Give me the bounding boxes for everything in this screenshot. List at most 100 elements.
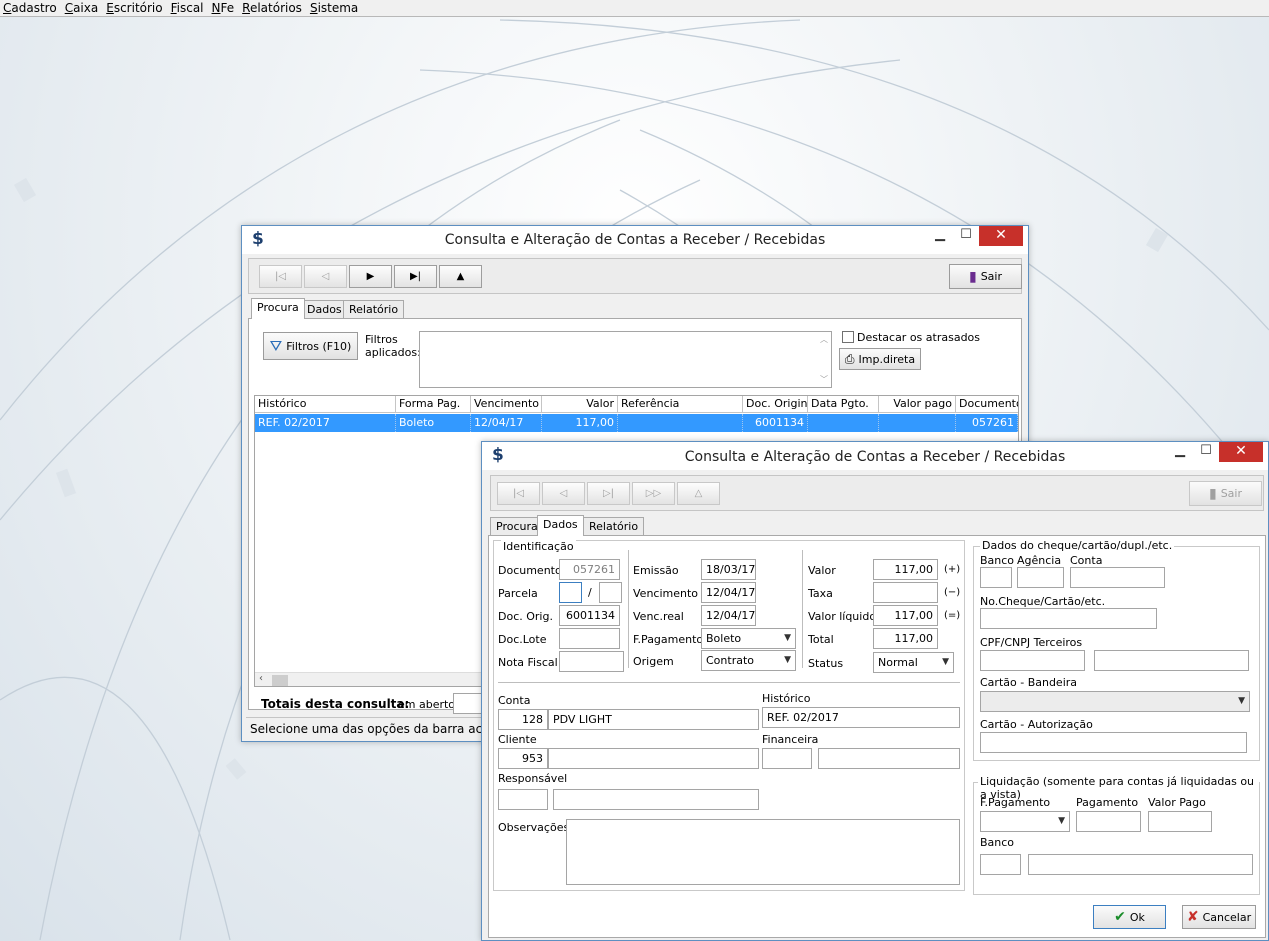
tab-relatorio[interactable]: Relatório — [583, 517, 645, 536]
ok-button[interactable]: ✔ Ok — [1093, 905, 1166, 929]
col-doc-original[interactable]: Doc. Original — [743, 396, 808, 413]
conta-cheque-field[interactable] — [1070, 567, 1165, 588]
cliente-code-field[interactable]: 953 — [498, 748, 548, 769]
exit-button[interactable]: ▮ Sair — [949, 264, 1022, 289]
liq-fpagamento-select[interactable]: ▼ — [980, 811, 1070, 832]
tab-dados[interactable]: Dados — [537, 515, 584, 536]
taxa-field[interactable] — [873, 582, 938, 603]
nota-fiscal-field[interactable] — [559, 651, 624, 672]
tab-relatorio[interactable]: Relatório — [343, 300, 405, 319]
emissao-field[interactable]: 18/03/17 — [701, 559, 756, 580]
table-row[interactable]: REF. 02/2017 Boleto 12/04/17 117,00 6001… — [255, 414, 1018, 432]
col-vencimento[interactable]: Vencimento — [471, 396, 542, 413]
valor-field[interactable]: 117,00 — [873, 559, 938, 580]
col-data-pgto[interactable]: Data Pgto. — [808, 396, 879, 413]
scroll-thumb[interactable] — [272, 675, 288, 686]
financeira-code-field[interactable] — [762, 748, 812, 769]
prev-record-button[interactable]: ◁ — [542, 482, 585, 505]
liq-banco-name-field[interactable] — [1028, 854, 1253, 875]
observacoes-field[interactable] — [566, 819, 960, 885]
documento-field[interactable]: 057261 — [559, 559, 620, 580]
total-label: Total — [808, 633, 834, 646]
filters-textarea[interactable]: ︿ ﹀ — [419, 331, 832, 388]
highlight-overdue-checkbox[interactable] — [842, 331, 854, 343]
print-button[interactable]: ⎙ Imp.direta — [839, 348, 921, 370]
menu-relatorios[interactable]: Relatórios — [238, 1, 306, 15]
menu-caixa[interactable]: Caixa — [61, 1, 103, 15]
prev-record-button[interactable]: ◁ — [304, 265, 347, 288]
minimize-button[interactable]: ▁ — [926, 226, 954, 246]
fpagamento-value: Boleto — [706, 632, 742, 645]
liquido-field[interactable]: 117,00 — [873, 605, 938, 626]
historico-field[interactable]: REF. 02/2017 — [762, 707, 960, 728]
menu-sistema[interactable]: Sistema — [306, 1, 362, 15]
conta-name-field[interactable]: PDV LIGHT — [548, 709, 759, 730]
first-record-button[interactable]: |◁ — [497, 482, 540, 505]
menu-nfe[interactable]: NFe — [208, 1, 239, 15]
conta-code-field[interactable]: 128 — [498, 709, 548, 730]
tab-procura[interactable]: Procura — [251, 298, 305, 319]
col-valor[interactable]: Valor — [542, 396, 618, 413]
liq-banco-code-field[interactable] — [980, 854, 1021, 875]
total-field[interactable]: 117,00 — [873, 628, 938, 649]
agencia-label: Agência — [1017, 554, 1062, 567]
numero-cheque-field[interactable] — [980, 608, 1157, 629]
doc-orig-field[interactable]: 6001134 — [559, 605, 620, 626]
col-valor-pago[interactable]: Valor pago — [879, 396, 956, 413]
maximize-button[interactable]: ☐ — [952, 226, 980, 246]
filters-button[interactable]: ⛛ Filtros (F10) — [263, 332, 358, 360]
chevron-down-icon: ▼ — [1058, 816, 1065, 826]
maximize-button[interactable]: ☐ — [1192, 442, 1220, 462]
valor-label: Valor — [808, 564, 836, 577]
autorizacao-field[interactable] — [980, 732, 1247, 753]
chevron-down-icon: ▼ — [784, 633, 791, 643]
col-forma-pag[interactable]: Forma Pag. — [396, 396, 471, 413]
responsavel-code-field[interactable] — [498, 789, 548, 810]
next-record-button[interactable]: ▶ — [349, 265, 392, 288]
banco-field[interactable] — [980, 567, 1012, 588]
fpagamento-select[interactable]: Boleto ▼ — [701, 628, 796, 649]
col-referencia[interactable]: Referência — [618, 396, 743, 413]
last-record-button[interactable]: ▷▷ — [632, 482, 675, 505]
status-select[interactable]: Normal ▼ — [873, 652, 954, 673]
terceiros-name-field[interactable] — [1094, 650, 1249, 671]
cliente-name-field[interactable] — [548, 748, 759, 769]
minimize-button[interactable]: ▁ — [1166, 442, 1194, 462]
next-record-button[interactable]: ▷| — [587, 482, 630, 505]
identificacao-title: Identificação — [501, 540, 576, 553]
last-record-button[interactable]: ▶| — [394, 265, 437, 288]
cell-referencia — [618, 414, 743, 432]
menu-fiscal[interactable]: Fiscal — [167, 1, 208, 15]
up-button[interactable]: ▲ — [439, 265, 482, 288]
liquido-sign: (=) — [944, 610, 961, 621]
agencia-field[interactable] — [1017, 567, 1064, 588]
liq-fpagamento-label: F.Pagamento — [980, 796, 1051, 809]
financeira-name-field[interactable] — [818, 748, 960, 769]
cancel-button[interactable]: ✘ Cancelar — [1182, 905, 1256, 929]
parcela-label: Parcela — [498, 587, 538, 600]
cpf-cnpj-field[interactable] — [980, 650, 1085, 671]
venc-real-field[interactable]: 12/04/17 — [701, 605, 756, 626]
exit-button[interactable]: ▮ Sair — [1189, 481, 1262, 506]
taxa-label: Taxa — [808, 587, 833, 600]
parcela-field[interactable] — [559, 582, 582, 603]
responsavel-name-field[interactable] — [553, 789, 759, 810]
vencimento-field[interactable]: 12/04/17 — [701, 582, 756, 603]
liq-valor-pago-field[interactable] — [1148, 811, 1212, 832]
col-documento[interactable]: Documento — [956, 396, 1018, 413]
up-button[interactable]: △ — [677, 482, 720, 505]
menu-escritorio[interactable]: Escritório — [102, 1, 166, 15]
tab-dados[interactable]: Dados — [301, 300, 348, 319]
liq-pagamento-field[interactable] — [1076, 811, 1141, 832]
close-button[interactable]: ✕ — [1219, 442, 1263, 462]
close-button[interactable]: ✕ — [979, 226, 1023, 246]
bandeira-select[interactable]: ▼ — [980, 691, 1250, 712]
open-total-field[interactable] — [453, 693, 483, 714]
parcela-total-field[interactable] — [599, 582, 622, 603]
origem-select[interactable]: Contrato ▼ — [701, 650, 796, 671]
doc-lote-field[interactable] — [559, 628, 620, 649]
menu-cadastro[interactable]: Cadastro — [0, 1, 61, 15]
tab-procura[interactable]: Procura — [490, 517, 544, 536]
first-record-button[interactable]: |◁ — [259, 265, 302, 288]
col-historico[interactable]: Histórico — [255, 396, 396, 413]
